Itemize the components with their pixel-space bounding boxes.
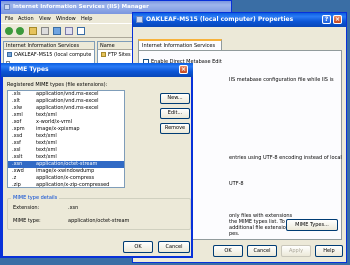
mime-type-cell: image/x-xwindowdump	[36, 168, 95, 174]
mime-list-row[interactable]: .xsn application/octet-stream	[8, 161, 124, 168]
mime-extension-cell: .xpm	[12, 126, 25, 132]
new-button[interactable]: New...	[160, 93, 190, 104]
mime-list-row[interactable]: .xsd text/xml	[8, 133, 124, 140]
mime-extension-cell: .xsl	[12, 147, 21, 153]
extension-value: .xsn	[68, 205, 79, 211]
mime-type-cell: text/xml	[36, 112, 57, 118]
forward-icon[interactable]	[16, 27, 24, 35]
close-caption-button[interactable]: ×	[333, 15, 342, 24]
up-folder-icon[interactable]	[29, 27, 37, 35]
menu-file[interactable]: File	[5, 16, 13, 22]
mime-types-dialog: MIME Types × Registered MIME types (file…	[1, 63, 193, 258]
mime-extension-cell: .xls	[12, 91, 21, 97]
iis-title: Internet Information Services (IIS) Mana…	[13, 4, 149, 10]
mime-list-row[interactable]: .xml text/xml	[8, 112, 124, 119]
mime-list-row[interactable]: .xlt application/vnd.ms-excel	[8, 98, 124, 105]
computer-icon	[7, 52, 12, 57]
description-text: pes.	[229, 231, 240, 237]
properties-title-bar[interactable]: OAKLEAF-MS15 (local computer) Properties…	[133, 13, 346, 27]
mime-details-label: MIME type details	[11, 195, 60, 201]
menu-window[interactable]: Window	[56, 16, 76, 22]
tree-header: Internet Information Services	[4, 42, 94, 50]
refresh-icon[interactable]	[53, 27, 61, 35]
mime-list-row[interactable]: .xsf text/xml	[8, 140, 124, 147]
mime-type-cell: text/xml	[36, 140, 57, 146]
mime-extension-cell: .zip	[12, 182, 21, 188]
mime-list-row[interactable]: .xsl text/xml	[8, 147, 124, 154]
properties-apply-button[interactable]: Apply	[281, 245, 311, 257]
mime-cancel-button[interactable]: Cancel	[158, 241, 190, 253]
mime-extension-cell: .xlt	[12, 98, 20, 104]
menu-help[interactable]: Help	[81, 16, 92, 22]
mime-title: MIME Types	[9, 66, 49, 73]
mime-list-row[interactable]: .xof x-world/x-vrml	[8, 119, 124, 126]
mime-list-row[interactable]: .xslt text/xml	[8, 154, 124, 161]
mime-list-row[interactable]: .xlw application/vnd.ms-excel	[8, 105, 124, 112]
description-text: entries using UTF-8 encoding instead of …	[229, 155, 342, 161]
mime-extension-cell: .xsd	[12, 133, 23, 139]
mime-list-row[interactable]: .zip application/x-zip-compressed	[8, 182, 124, 188]
description-text: UTF-8	[229, 181, 244, 187]
mime-extension-cell: .xsf	[12, 140, 21, 146]
tree-item-server[interactable]: OAKLEAF-MS15 (local compute	[4, 51, 91, 59]
edit-button[interactable]: Edit...	[160, 108, 190, 119]
mime-type-label: MIME type:	[13, 218, 41, 224]
properties-help-button[interactable]: Help	[315, 245, 343, 257]
properties-icon[interactable]	[41, 27, 49, 35]
export-icon[interactable]	[65, 27, 73, 35]
help-icon[interactable]	[77, 27, 85, 35]
mime-extension-cell: .z	[12, 175, 17, 181]
mime-type-cell: x-world/x-vrml	[36, 119, 73, 125]
mime-title-bar[interactable]: MIME Types ×	[1, 63, 193, 77]
description-text: IIS metabase configuration file while II…	[229, 77, 334, 83]
mime-type-value: application/octet-stream	[68, 218, 130, 224]
properties-cancel-button[interactable]: Cancel	[247, 245, 277, 257]
close-caption-button[interactable]: ×	[179, 65, 188, 74]
mime-types-list[interactable]: .xls application/vnd.ms-excel .xlt applicat…	[7, 90, 125, 188]
tab-internet-information-services[interactable]: Internet Information Services	[138, 39, 222, 50]
mime-type-cell: application/x-compress	[36, 175, 95, 181]
mime-rows: .xls application/vnd.ms-excel .xlt applicat…	[8, 91, 124, 187]
mime-type-cell: application/vnd.ms-excel	[36, 91, 99, 97]
mime-type-cell: image/x-xpixmap	[36, 126, 80, 132]
properties-ok-button[interactable]: OK	[213, 245, 243, 257]
mime-type-cell: text/xml	[36, 133, 57, 139]
mime-types-button[interactable]: MIME Types...	[286, 219, 338, 231]
mime-list-row[interactable]: .z application/x-compress	[8, 175, 124, 182]
registered-mime-label: Registered MIME types (file extensions):	[7, 82, 108, 88]
menu-view[interactable]: View	[39, 16, 51, 22]
list-item[interactable]: FTP Sites	[98, 51, 131, 59]
mime-type-cell: application/vnd.ms-excel	[36, 105, 99, 111]
mime-type-cell: application/x-zip-compressed	[36, 182, 110, 188]
mime-list-row[interactable]: .xpm image/x-xpixmap	[8, 126, 124, 133]
mime-extension-cell: .xof	[12, 119, 22, 125]
properties-app-icon	[136, 16, 143, 23]
mime-type-cell: application/octet-stream	[36, 161, 98, 167]
mime-ok-button[interactable]: OK	[123, 241, 153, 253]
remove-button[interactable]: Remove	[160, 123, 190, 134]
properties-title: OAKLEAF-MS15 (local computer) Properties	[146, 16, 294, 23]
folder-icon	[101, 52, 106, 57]
menu-action[interactable]: Action	[18, 16, 34, 22]
mime-extension-cell: .xlw	[12, 105, 23, 111]
extension-label: Extension:	[13, 205, 40, 211]
mime-type-cell: application/vnd.ms-excel	[36, 98, 99, 104]
mime-extension-cell: .xwd	[12, 168, 24, 174]
mime-details-group	[7, 198, 191, 230]
mime-list-row[interactable]: .xls application/vnd.ms-excel	[8, 91, 124, 98]
iis-app-icon	[4, 4, 10, 10]
mime-extension-cell: .xslt	[12, 154, 23, 160]
mime-extension-cell: .xsn	[12, 161, 23, 167]
mime-list-row[interactable]: .xwd image/x-xwindowdump	[8, 168, 124, 175]
back-icon[interactable]	[5, 27, 13, 35]
help-caption-button[interactable]: ?	[322, 15, 331, 24]
mime-type-cell: text/xml	[36, 147, 57, 153]
mime-type-cell: text/xml	[36, 154, 57, 160]
mime-extension-cell: .xml	[12, 112, 23, 118]
